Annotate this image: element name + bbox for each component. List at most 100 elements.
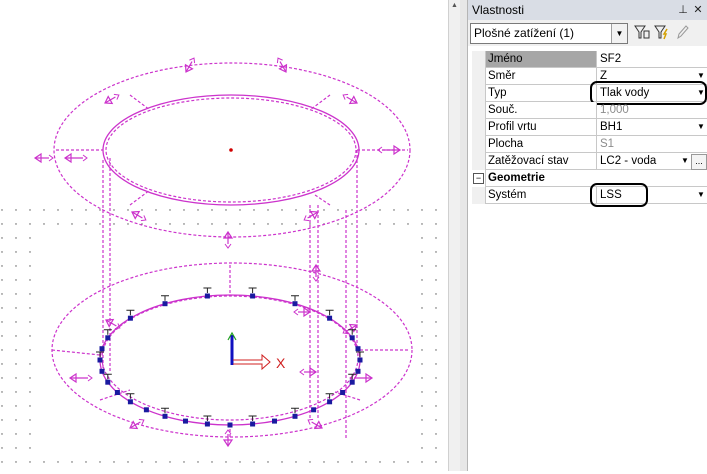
grid-dot: [15, 293, 17, 295]
property-row-profil-vrtu[interactable]: Profil vrtu BH1 ▼: [472, 119, 707, 136]
property-value[interactable]: SF2: [597, 51, 707, 68]
chevron-down-icon[interactable]: ▼: [611, 24, 627, 43]
property-row-typ[interactable]: Typ Tlak vody ▼: [472, 81, 707, 105]
grid-dot: [435, 377, 437, 379]
grid-dot: [239, 209, 241, 211]
property-row-souc[interactable]: Souč. 1,000: [472, 102, 707, 119]
chevron-down-icon[interactable]: ▼: [695, 120, 707, 134]
property-row-system[interactable]: Systém LSS ▼: [472, 183, 707, 207]
grid-dot: [281, 461, 283, 463]
grid-dot: [29, 377, 31, 379]
row-gutter: [472, 136, 486, 153]
support-node: [349, 379, 355, 385]
grid-dot: [57, 223, 59, 225]
property-value[interactable]: S1: [597, 136, 707, 153]
grid-dot: [435, 335, 437, 337]
grid-dot: [15, 307, 17, 309]
row-gutter: [472, 51, 486, 68]
property-row-zatezovaci-stav[interactable]: Zatěžovací stav LC2 - voda ▼...: [472, 153, 707, 170]
grid-dot: [435, 307, 437, 309]
support-tick: [248, 415, 257, 421]
support-symbol-7: [272, 418, 277, 424]
axis-x-label: X: [276, 355, 286, 371]
grid-dot: [127, 223, 129, 225]
grid-dot: [365, 461, 367, 463]
grid-dot: [85, 209, 87, 211]
grid-dot: [29, 265, 31, 267]
ellipsis-button[interactable]: ...: [691, 154, 707, 170]
support-symbol-35: [355, 346, 361, 352]
load-arrow-part: [189, 57, 196, 64]
chevron-down-icon[interactable]: ▼: [679, 154, 691, 168]
grid-dot: [113, 223, 115, 225]
scroll-up-arrow-icon[interactable]: ▲: [449, 0, 460, 12]
grid-dot: [71, 209, 73, 211]
property-value[interactable]: BH1: [597, 119, 707, 136]
property-group-geometrie[interactable]: − Geometrie: [472, 170, 707, 187]
panel-splitter[interactable]: [460, 0, 468, 471]
grid-dot: [85, 461, 87, 463]
grid-dot: [43, 223, 45, 225]
collapse-icon[interactable]: −: [473, 173, 484, 184]
close-icon[interactable]: ✕: [692, 3, 704, 17]
radial-line-5: [314, 194, 331, 206]
grid-dot: [435, 251, 437, 253]
support-tick: [248, 287, 257, 293]
support-node: [143, 407, 149, 413]
grid-dot: [1, 363, 3, 365]
support-symbol-5: [311, 407, 317, 413]
selection-combo[interactable]: Plošné zatížení (1) ▼: [470, 23, 628, 44]
load-arrow-part: [342, 93, 349, 100]
grid-dot: [1, 251, 3, 253]
grid-dot: [421, 321, 423, 323]
grid-dot: [15, 209, 17, 211]
grid-dot: [15, 377, 17, 379]
pencil-icon[interactable]: [673, 24, 691, 42]
grid-dot: [435, 223, 437, 225]
grid-dot: [71, 223, 73, 225]
support-tick: [161, 295, 169, 301]
model-drawing[interactable]: X: [0, 0, 448, 471]
grid-dot: [1, 447, 3, 449]
grid-dot: [99, 209, 101, 211]
grid-dot: [407, 209, 409, 211]
grid-dot: [267, 461, 269, 463]
panel-toolbar: Plošné zatížení (1) ▼: [468, 20, 707, 46]
grid-dot: [169, 209, 171, 211]
support-symbol-9: [227, 422, 233, 428]
chevron-down-icon[interactable]: ▼: [695, 188, 707, 202]
grid-dot: [393, 209, 395, 211]
grid-dot: [421, 265, 423, 267]
property-label: Jméno: [486, 51, 597, 68]
property-row-jmeno[interactable]: Jméno SF2: [472, 51, 707, 68]
property-value[interactable]: 1,000: [597, 102, 707, 119]
grid-dot: [183, 223, 185, 225]
grid-dot: [1, 461, 3, 463]
panel-header: Vlastnosti ⊥ ✕: [468, 0, 707, 21]
grid-dot: [29, 293, 31, 295]
grid-dot: [29, 363, 31, 365]
support-symbol-19: [99, 346, 105, 352]
grid-dot: [239, 223, 241, 225]
grid-dot: [1, 419, 3, 421]
model-viewport[interactable]: X: [0, 0, 460, 471]
grid-dot: [155, 209, 157, 211]
load-arrow-part: [299, 368, 305, 376]
property-label: Plocha: [486, 136, 597, 153]
grid-dot: [421, 447, 423, 449]
filter-lightning-icon[interactable]: [653, 24, 671, 42]
grid-dot: [1, 405, 3, 407]
support-symbol-11: [183, 418, 188, 424]
grid-dot: [99, 223, 101, 225]
load-arrow-part: [82, 154, 88, 162]
filter-select-icon[interactable]: [633, 24, 651, 42]
property-row-plocha[interactable]: Plocha S1: [472, 136, 707, 153]
bottom-inner-circle-dashed: [101, 295, 359, 421]
pin-icon[interactable]: ⊥: [677, 3, 689, 17]
grid-dot: [421, 307, 423, 309]
grid-dot: [15, 237, 17, 239]
viewport-scrollbar[interactable]: ▲: [448, 0, 460, 471]
support-node: [105, 379, 111, 385]
row-gutter: [472, 153, 486, 170]
support-symbol-16: [103, 373, 112, 385]
